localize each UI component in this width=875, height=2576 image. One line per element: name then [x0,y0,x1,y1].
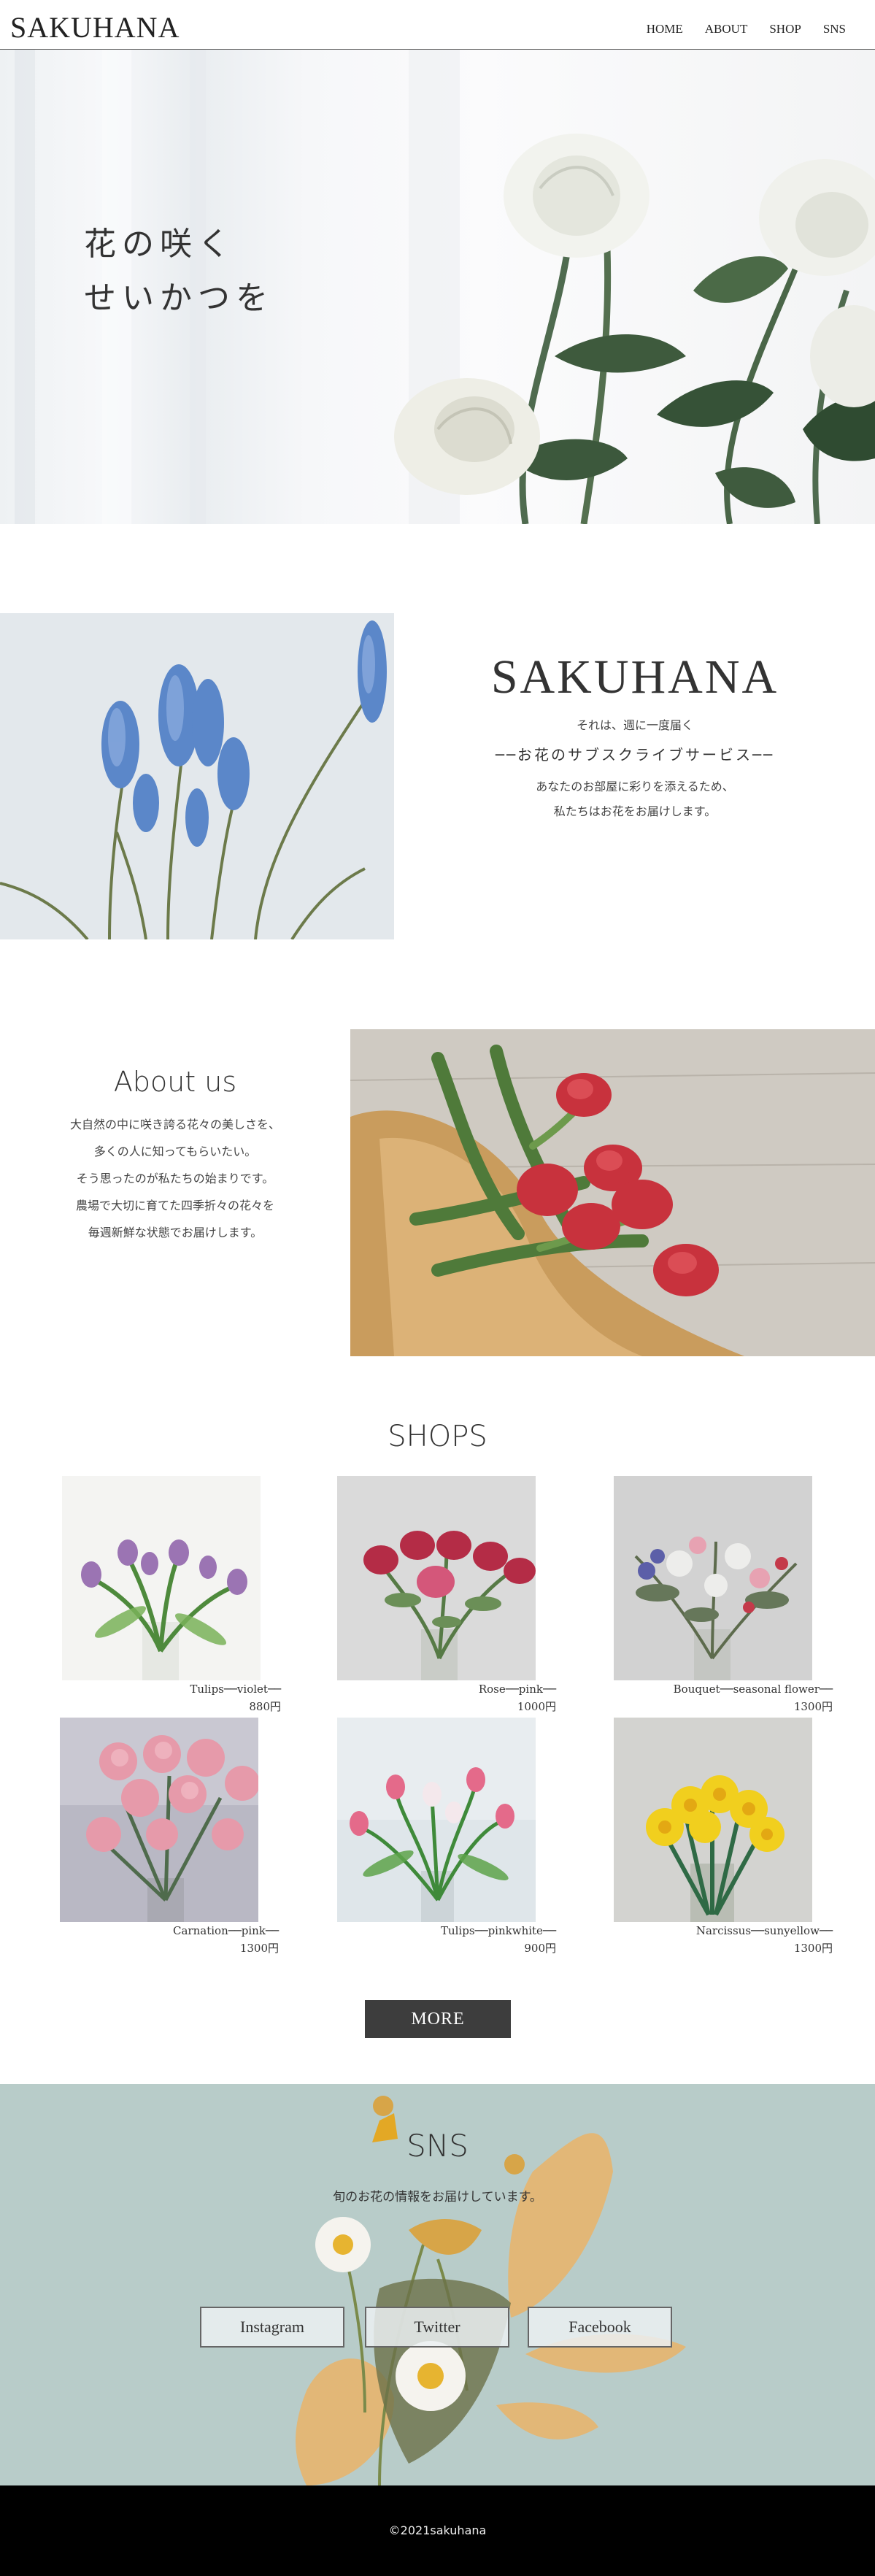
nav-sns[interactable]: SNS [823,22,846,36]
concept-muscari-image [0,613,394,939]
product-name: Tulips──pinkwhite── [440,1924,556,1937]
about-line: 多くの人に知ってもらいたい。 [93,1145,257,1158]
nav-about[interactable]: ABOUT [705,22,748,36]
nav-home[interactable]: HOME [647,22,683,36]
shops-title: SHOPS [388,1420,487,1453]
shop-item-tulips-violet[interactable]: Tulips──violet── 880円 [62,1476,281,1715]
sns-section: SNS 旬のお花の情報をお届けしています。 Instagram Twitter … [0,2084,875,2485]
product-image[interactable] [614,1476,812,1680]
sns-subtitle: 旬のお花の情報をお届けしています。 [333,2190,542,2204]
product-caption: Tulips──pinkwhite── 900円 [337,1922,556,1957]
product-image[interactable] [337,1718,536,1922]
about-line: 毎週新鮮な状態でお届けします。 [88,1226,263,1239]
product-caption: Narcissus──sunyellow── 1300円 [614,1922,833,1957]
product-price: 1300円 [793,1942,833,1955]
shop-item-narcissus-sunyellow[interactable]: Narcissus──sunyellow── 1300円 [614,1718,833,1957]
copyright-text: ©2021sakuhana [388,2523,487,2537]
concept-subtitle-2: ──お花のサブスクライブサービス── [495,746,775,764]
product-caption: Rose──pink── 1000円 [337,1680,556,1715]
about-line: そう思ったのが私たちの始まりです。 [76,1172,274,1185]
product-image[interactable] [337,1476,536,1680]
concept-text-block: SAKUHANA それは、週に一度届く ──お花のサブスクライブサービス── あ… [438,650,832,824]
main-nav: HOME ABOUT SHOP SNS [647,22,846,36]
nav-shop[interactable]: SHOP [769,22,801,36]
shop-item-rose-pink[interactable]: Rose──pink── 1000円 [337,1476,556,1715]
shop-item-carnation-pink[interactable]: Carnation──pink── 1300円 [60,1718,279,1957]
product-price: 1300円 [793,1700,833,1713]
product-image[interactable] [60,1718,258,1922]
facebook-button[interactable]: Facebook [528,2307,672,2348]
sns-title: SNS [406,2128,469,2164]
product-caption: Tulips──violet── 880円 [62,1680,281,1715]
product-name: Rose──pink── [478,1683,556,1696]
hero-line-1: 花の咲く [84,226,236,263]
product-caption: Carnation──pink── 1300円 [60,1922,279,1957]
concept-body: あなたのお部屋に彩りを添えるため、 私たちはお花をお届けします。 [438,774,832,824]
instagram-button[interactable]: Instagram [200,2307,344,2348]
about-title: About us [113,1066,237,1098]
product-caption: Bouquet──seasonal flower── 1300円 [614,1680,833,1715]
about-line: 農場で大切に育てた四季折々の花々を [75,1199,274,1212]
shop-item-tulips-pinkwhite[interactable]: Tulips──pinkwhite── 900円 [337,1718,556,1957]
product-name: Tulips──violet── [190,1683,281,1696]
product-name: Narcissus──sunyellow── [695,1924,833,1937]
product-price: 1000円 [517,1700,556,1713]
shop-item-bouquet-seasonal[interactable]: Bouquet──seasonal flower── 1300円 [614,1476,833,1715]
hero-line-2: せいかつを [84,280,274,317]
concept-body-line-1: あなたのお部屋に彩りを添えるため、 [536,780,734,793]
product-image[interactable] [62,1476,261,1680]
twitter-button[interactable]: Twitter [365,2307,509,2348]
about-tulips-image [350,1029,875,1356]
product-image[interactable] [614,1718,812,1922]
concept-subtitle-1: それは、週に一度届く [576,718,693,732]
more-button[interactable]: MORE [365,2000,511,2038]
product-price: 1300円 [239,1942,279,1955]
concept-body-line-2: 私たちはお花をお届けします。 [553,804,717,818]
site-footer: ©2021sakuhana [0,2485,875,2576]
site-header: SAKUHANA HOME ABOUT SHOP SNS [0,0,875,50]
hero-catchcopy: 花の咲く せいかつを [84,218,274,326]
product-price: 900円 [524,1942,556,1955]
product-price: 880円 [249,1700,281,1713]
about-body: 大自然の中に咲き誇る花々の美しさを、 多くの人に知ってもらいたい。 そう思ったの… [29,1111,321,1246]
hero-section: 花の咲く せいかつを [0,50,875,524]
site-logo[interactable]: SAKUHANA [10,10,180,45]
product-name: Carnation──pink── [173,1924,279,1937]
product-name: Bouquet──seasonal flower── [673,1683,833,1696]
about-text-block: About us 大自然の中に咲き誇る花々の美しさを、 多くの人に知ってもらいた… [29,1066,321,1246]
concept-title: SAKUHANA [490,650,779,704]
about-line: 大自然の中に咲き誇る花々の美しさを、 [69,1118,280,1131]
